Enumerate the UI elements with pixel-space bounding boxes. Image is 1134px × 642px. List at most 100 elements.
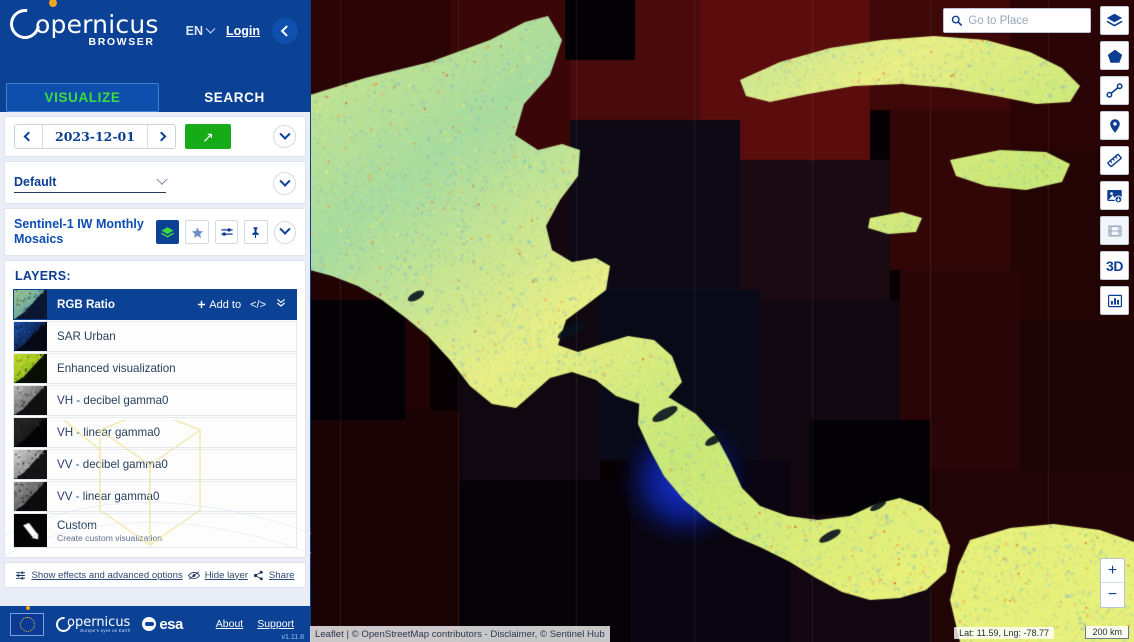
zoom-in-button[interactable]: + (1101, 559, 1124, 583)
3d-view-button[interactable]: 3D (1100, 251, 1129, 280)
share-icon (253, 570, 264, 581)
esa-globe-icon (142, 617, 156, 631)
layer-name: SAR Urban (57, 330, 296, 343)
hide-layer-button[interactable]: Hide layer (188, 570, 248, 581)
map-scale-bar: 200 km (1085, 626, 1129, 639)
about-link[interactable]: About (216, 618, 243, 630)
language-selector[interactable]: EN (186, 24, 214, 38)
layer-item-custom[interactable]: Custom Create custom visualization (13, 513, 297, 548)
plus-icon (197, 300, 206, 309)
layer-name: Enhanced visualization (57, 362, 296, 375)
layer-item-vh-linear-gamma0[interactable]: VH - linear gamma0 (13, 417, 297, 448)
datasource-title: Sentinel-1 IW Monthly Mosaics (14, 217, 150, 247)
timelapse-icon[interactable] (1100, 216, 1129, 245)
line-measure-icon[interactable] (1100, 76, 1129, 105)
layer-item-rgb-ratio[interactable]: RGB Ratio Add to </> (13, 289, 297, 320)
sidebar-header: opernicus BROWSER EN Login (0, 0, 310, 82)
layer-name: VH - decibel gamma0 (57, 394, 296, 407)
layer-label: Custom Create custom visualization (47, 514, 296, 547)
chevron-down-icon (279, 224, 290, 235)
app-logo[interactable]: opernicus BROWSER (0, 0, 159, 48)
footer-brand-name: opernicus (67, 615, 130, 630)
layer-name: VH - linear gamma0 (57, 426, 296, 439)
layer-item-sar-urban[interactable]: SAR Urban (13, 321, 297, 352)
chevron-down-icon (206, 23, 216, 33)
zoom-out-button[interactable]: − (1101, 583, 1124, 607)
layer-item-vh-decibel-gamma0[interactable]: VH - decibel gamma0 (13, 385, 297, 416)
layer-label: RGB Ratio (47, 290, 197, 319)
polygon-icon[interactable] (1100, 41, 1129, 70)
star-icon[interactable] (185, 220, 208, 244)
tab-search[interactable]: SEARCH (159, 82, 310, 112)
date-panel: 2023-12-01 ↗ (4, 116, 306, 157)
sliders-icon[interactable] (215, 220, 238, 244)
layers-panel: LAYERS: RGB Ratio Add to </> SAR Urban Enhan… (4, 260, 306, 558)
header-actions: EN Login (186, 0, 310, 44)
layer-name: RGB Ratio (57, 298, 197, 311)
statistics-icon[interactable] (1100, 286, 1129, 315)
datasource-panel: Sentinel-1 IW Monthly Mosaics (4, 208, 306, 256)
ruler-icon[interactable] (1100, 146, 1129, 175)
sidebar-footer: opernicus Europe's eyes on Earth esa Abo… (0, 606, 310, 642)
layer-list: RGB Ratio Add to </> SAR Urban Enhanced visu… (5, 289, 305, 548)
add-to-label: Add to (209, 299, 241, 311)
brand-dot-icon (26, 606, 30, 610)
collapse-sidebar-button[interactable] (272, 18, 298, 44)
sar-imagery-canvas[interactable] (310, 0, 1134, 642)
eu-flag-icon (10, 613, 44, 636)
layers-icon[interactable] (1100, 6, 1129, 35)
image-download-icon[interactable] (1100, 181, 1129, 210)
code-editor-button[interactable]: </> (250, 299, 266, 311)
brand-name: opernicus (33, 10, 159, 39)
search-input[interactable] (968, 15, 1083, 27)
map-attribution: Leaflet | © OpenStreetMap contributors -… (310, 626, 610, 642)
layers-stack-icon[interactable] (156, 220, 179, 244)
layer-thumbnail (14, 418, 47, 447)
theme-panel-expand-button[interactable] (273, 172, 296, 195)
layer-label: Enhanced visualization (47, 354, 296, 383)
effects-bar: Show effects and advanced options Hide l… (4, 562, 306, 588)
brand-dot-icon (49, 0, 57, 7)
sidebar: opernicus BROWSER EN Login VISUALIZE SEA… (0, 0, 311, 642)
selected-date[interactable]: 2023-12-01 (42, 125, 148, 148)
chevron-down-icon (156, 173, 167, 184)
esa-logo[interactable]: esa (142, 616, 183, 633)
layer-thumbnail (14, 322, 47, 351)
go-to-place-search[interactable] (943, 8, 1091, 33)
share-button[interactable]: Share (253, 570, 295, 581)
next-date-button[interactable] (148, 125, 175, 148)
datasource-expand-button[interactable] (274, 221, 296, 244)
3d-label: 3D (1106, 258, 1123, 274)
footer-links: About Support (216, 618, 300, 630)
theme-select[interactable]: Default (14, 175, 166, 193)
layer-thumbnail (14, 482, 47, 511)
apply-date-button[interactable]: ↗ (185, 124, 231, 149)
layer-label: VH - linear gamma0 (47, 418, 296, 447)
map-view[interactable]: 3D + − Leaflet | © OpenStreetMap contrib… (310, 0, 1134, 642)
tab-visualize[interactable]: VISUALIZE (6, 83, 159, 112)
layer-item-enhanced-visualization[interactable]: Enhanced visualization (13, 353, 297, 384)
layer-thumbnail (14, 386, 47, 415)
sidebar-tabs: VISUALIZE SEARCH (0, 82, 310, 112)
show-effects-button[interactable]: Show effects and advanced options (15, 570, 182, 581)
marker-pin-icon[interactable] (1100, 111, 1129, 140)
date-panel-expand-button[interactable] (273, 125, 296, 148)
theme-value: Default (14, 175, 56, 189)
layer-description: Create custom visualization (57, 533, 296, 543)
add-to-button[interactable]: Add to (197, 299, 241, 311)
share-label: Share (269, 570, 295, 581)
effects-sliders-icon (15, 570, 26, 581)
pin-icon[interactable] (244, 220, 267, 244)
chevron-left-icon (281, 25, 292, 36)
footer-copernicus-logo[interactable]: opernicus Europe's eyes on Earth (56, 615, 130, 633)
login-button[interactable]: Login (226, 24, 260, 38)
sidebar-body: 2023-12-01 ↗ Default Sentinel-1 IW Month… (0, 112, 310, 606)
double-chevron-down-icon[interactable] (275, 297, 287, 312)
map-toolbar: 3D (1100, 6, 1129, 315)
chevron-down-icon (279, 175, 290, 186)
layer-item-vv-decibel-gamma0[interactable]: VV - decibel gamma0 (13, 449, 297, 480)
layer-item-vv-linear-gamma0[interactable]: VV - linear gamma0 (13, 481, 297, 512)
chevron-left-icon (24, 132, 34, 142)
previous-date-button[interactable] (15, 125, 42, 148)
support-link[interactable]: Support (257, 618, 294, 630)
